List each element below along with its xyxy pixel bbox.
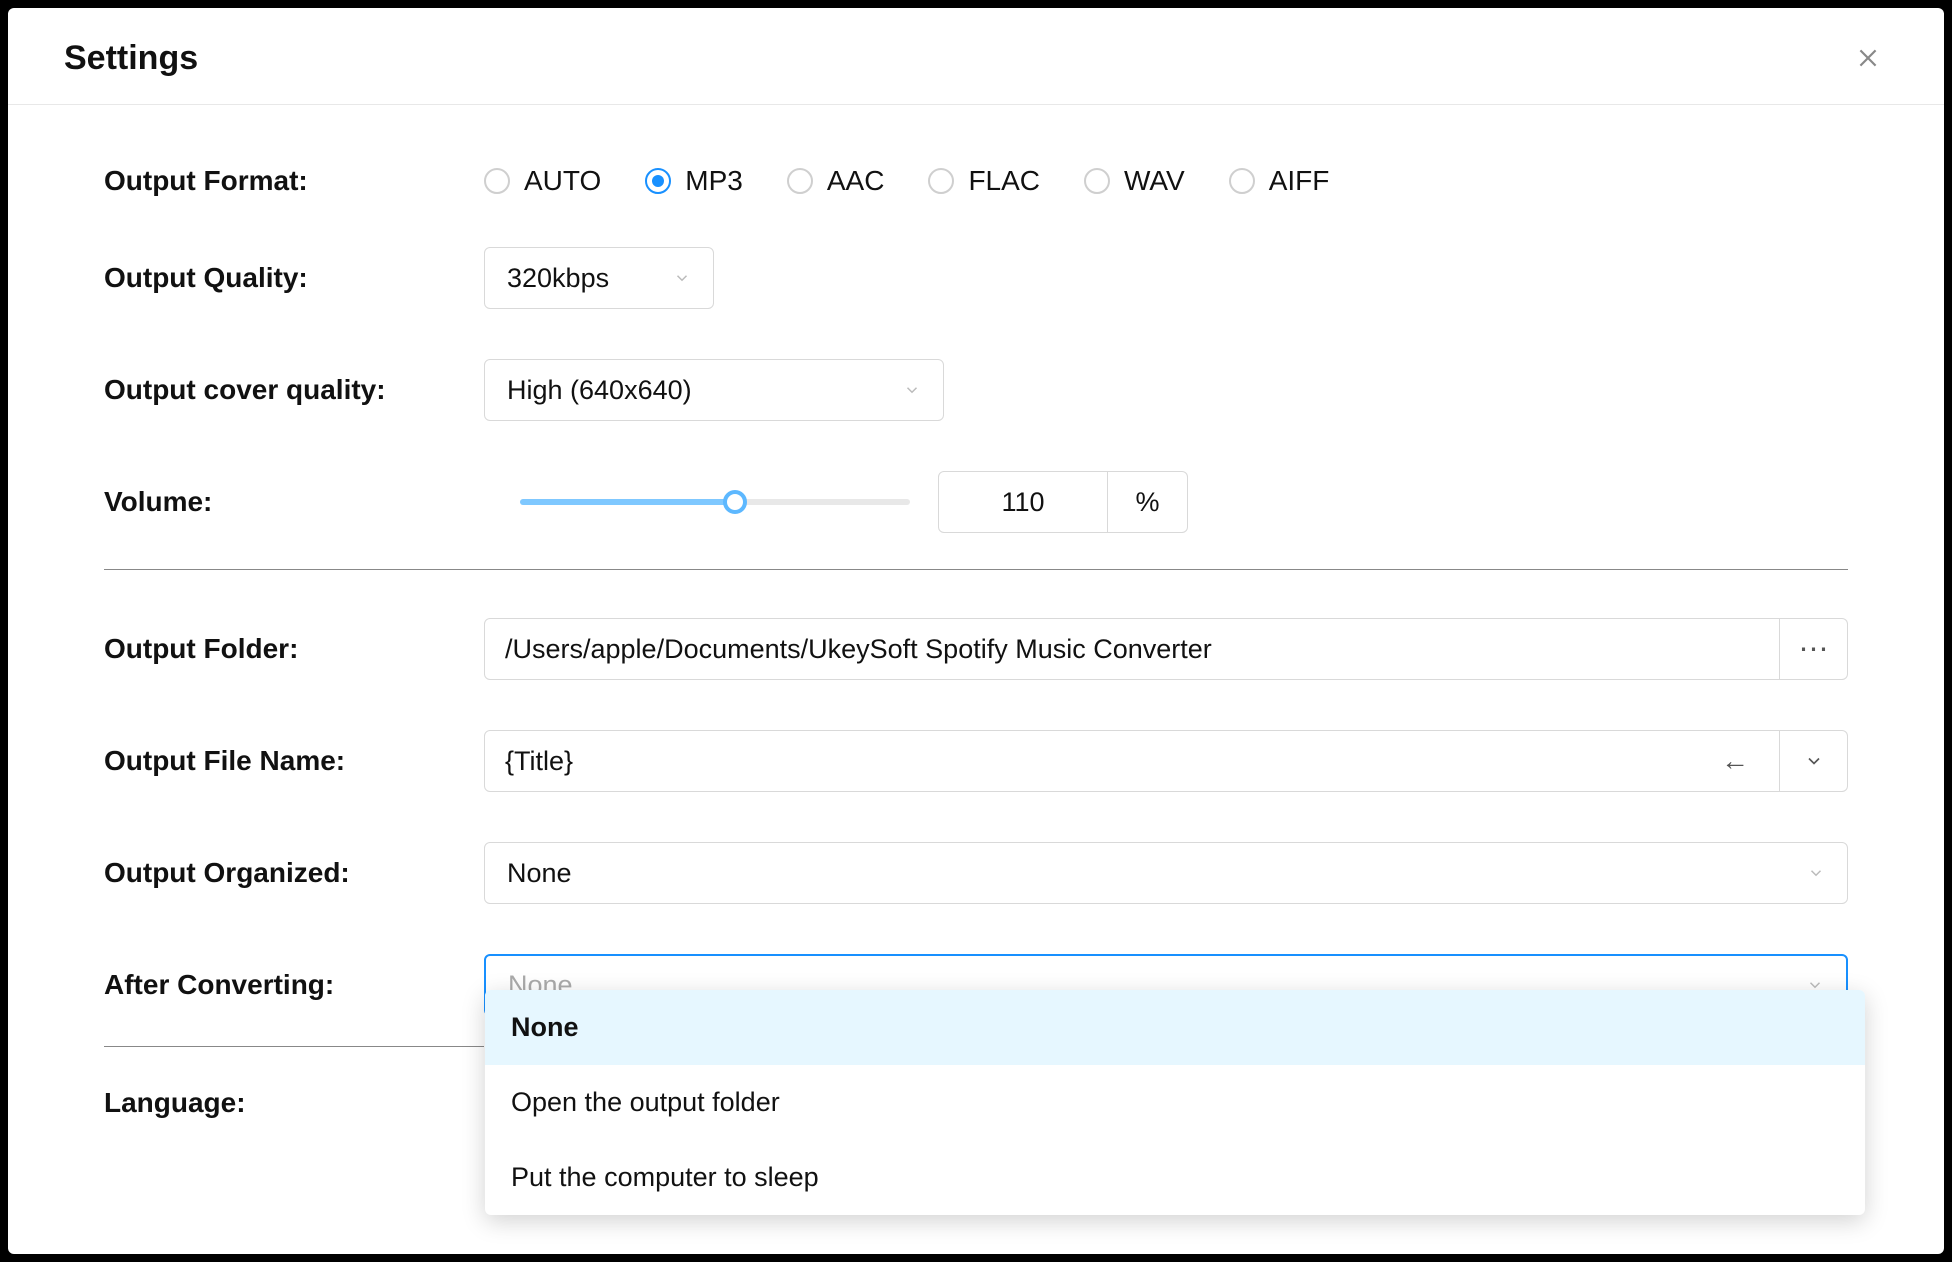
- chevron-down-icon: [1807, 864, 1825, 882]
- dropdown-option-sleep[interactable]: Put the computer to sleep: [485, 1140, 1865, 1215]
- chevron-down-icon: [903, 381, 921, 399]
- output-folder-label: Output Folder:: [104, 633, 484, 665]
- arrow-left-icon[interactable]: ←: [1721, 745, 1759, 777]
- section-divider: [104, 569, 1848, 570]
- output-cover-quality-select[interactable]: High (640x640): [484, 359, 944, 421]
- radio-label: AAC: [827, 165, 885, 197]
- output-quality-label: Output Quality:: [104, 262, 484, 294]
- volume-label: Volume:: [104, 486, 484, 518]
- radio-wav[interactable]: WAV: [1084, 165, 1185, 197]
- output-organized-row: Output Organized: None: [104, 842, 1848, 904]
- volume-row: Volume: 110 %: [104, 471, 1848, 533]
- after-converting-label: After Converting:: [104, 969, 484, 1001]
- volume-control: 110 %: [484, 471, 1188, 533]
- radio-aac[interactable]: AAC: [787, 165, 885, 197]
- chevron-down-icon: [673, 269, 691, 287]
- dropdown-option-none[interactable]: None: [485, 990, 1865, 1065]
- chevron-down-icon: [1804, 751, 1824, 771]
- close-icon: [1855, 45, 1881, 71]
- dropdown-option-open-folder[interactable]: Open the output folder: [485, 1065, 1865, 1140]
- output-format-controls: AUTO MP3 AAC FLAC: [484, 165, 1848, 197]
- output-folder-row: Output Folder: /Users/apple/Documents/Uk…: [104, 618, 1848, 680]
- dialog-title: Settings: [64, 39, 198, 78]
- output-file-name-value: {Title}: [505, 746, 573, 777]
- close-button[interactable]: [1848, 38, 1888, 78]
- radio-circle: [787, 168, 813, 194]
- radio-dot: [652, 175, 664, 187]
- output-folder-value: /Users/apple/Documents/UkeySoft Spotify …: [505, 634, 1212, 665]
- output-file-name-label: Output File Name:: [104, 745, 484, 777]
- output-file-name-row: Output File Name: {Title} ←: [104, 730, 1848, 792]
- browse-button[interactable]: ⋯: [1780, 618, 1848, 680]
- output-cover-quality-row: Output cover quality: High (640x640): [104, 359, 1848, 421]
- select-value: None: [507, 858, 572, 889]
- radio-label: FLAC: [968, 165, 1040, 197]
- volume-slider[interactable]: [520, 498, 910, 506]
- slider-thumb[interactable]: [723, 490, 747, 514]
- output-file-name-input[interactable]: {Title} ←: [484, 730, 1780, 792]
- radio-circle: [1084, 168, 1110, 194]
- output-format-radios: AUTO MP3 AAC FLAC: [484, 165, 1329, 197]
- dialog-body: Output Format: AUTO MP3 AAC: [8, 105, 1944, 1119]
- after-converting-dropdown: None Open the output folder Put the comp…: [485, 990, 1865, 1215]
- output-quality-select[interactable]: 320kbps: [484, 247, 714, 309]
- volume-value: 110: [1001, 487, 1044, 518]
- radio-circle: [928, 168, 954, 194]
- language-label: Language:: [104, 1087, 484, 1119]
- file-name-dropdown-button[interactable]: [1780, 730, 1848, 792]
- output-folder-input[interactable]: /Users/apple/Documents/UkeySoft Spotify …: [484, 618, 1780, 680]
- radio-circle: [645, 168, 671, 194]
- output-format-row: Output Format: AUTO MP3 AAC: [104, 165, 1848, 197]
- settings-dialog: Settings Output Format: AUTO MP3: [8, 8, 1944, 1254]
- select-value: High (640x640): [507, 375, 692, 406]
- ellipsis-icon: ⋯: [1799, 632, 1829, 667]
- output-organized-label: Output Organized:: [104, 857, 484, 889]
- radio-label: AIFF: [1269, 165, 1330, 197]
- dialog-header: Settings: [8, 8, 1944, 105]
- radio-circle: [484, 168, 510, 194]
- section-divider-short: [104, 1046, 484, 1047]
- radio-label: AUTO: [524, 165, 601, 197]
- select-value: 320kbps: [507, 263, 609, 294]
- volume-input[interactable]: 110: [938, 471, 1108, 533]
- output-quality-row: Output Quality: 320kbps: [104, 247, 1848, 309]
- slider-fill: [520, 499, 735, 505]
- radio-label: MP3: [685, 165, 743, 197]
- output-cover-quality-label: Output cover quality:: [104, 374, 484, 406]
- radio-mp3[interactable]: MP3: [645, 165, 743, 197]
- radio-aiff[interactable]: AIFF: [1229, 165, 1330, 197]
- volume-unit: %: [1108, 471, 1188, 533]
- radio-auto[interactable]: AUTO: [484, 165, 601, 197]
- radio-label: WAV: [1124, 165, 1185, 197]
- radio-flac[interactable]: FLAC: [928, 165, 1040, 197]
- output-format-label: Output Format:: [104, 165, 484, 197]
- output-organized-select[interactable]: None: [484, 842, 1848, 904]
- radio-circle: [1229, 168, 1255, 194]
